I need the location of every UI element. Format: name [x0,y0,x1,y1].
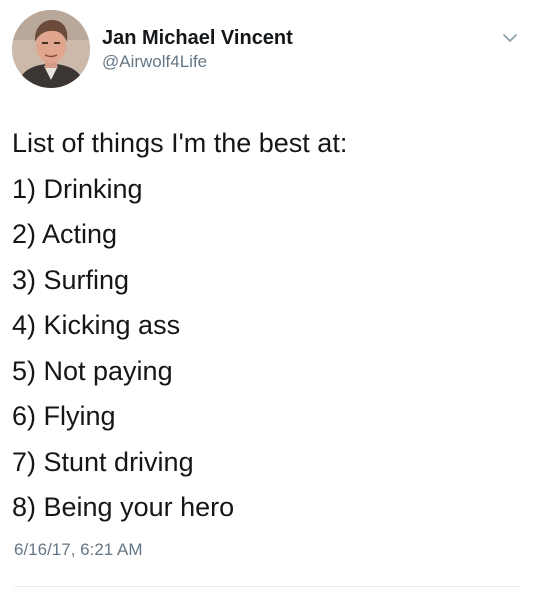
tweet-line-item: 3) Surfing [12,264,130,295]
chevron-down-icon[interactable] [500,28,520,48]
tweet-line-item: 8) Being your hero [12,492,235,522]
avatar[interactable] [12,10,90,88]
profile-photo-icon [12,10,90,88]
tweet-line-item: 5) Not paying [12,355,173,386]
tweet-timestamp[interactable]: 6/16/17, 6:21 AM [14,540,143,560]
tweet-line-item: 7) Stunt driving [12,446,194,477]
chevron-down-glyph [503,34,517,42]
tweet-line-item: 4) Kicking ass [12,310,181,340]
tweet-text: List of things I'm the best at: 1) Drink… [12,121,522,531]
tweet-line-heading: List of things I'm the best at: [12,128,348,158]
author-handle[interactable]: @Airwolf4Life [102,52,207,72]
tweet-line-item: 1) Drinking [12,173,143,204]
tweet-line-item: 6) Flying [12,401,116,431]
tweet-line-item: 2) Acting [12,219,118,249]
divider [14,586,520,587]
author-name[interactable]: Jan Michael Vincent [102,27,293,49]
tweet-card: Jan Michael Vincent @Airwolf4Life List o… [0,0,533,600]
